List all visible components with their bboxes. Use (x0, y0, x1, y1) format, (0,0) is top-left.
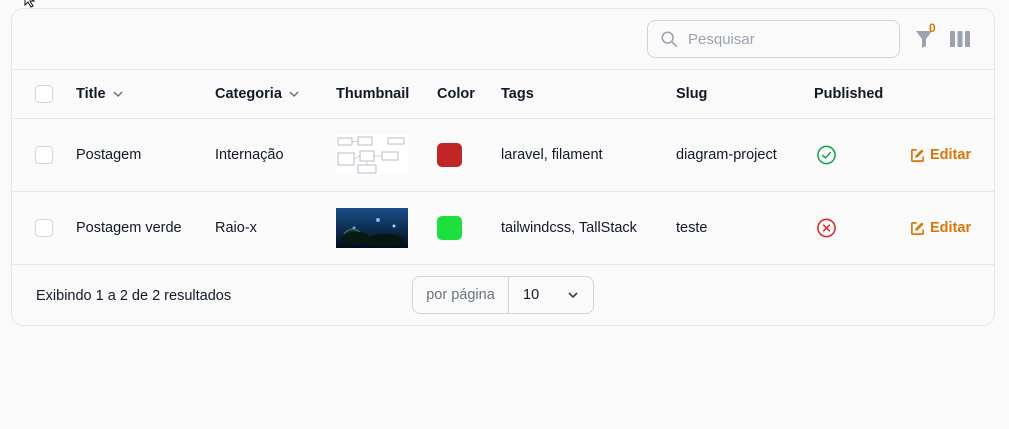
column-header-thumbnail: Thumbnail (336, 86, 410, 102)
edit-button[interactable]: Editar (910, 220, 971, 236)
chevron-down-icon (568, 292, 578, 299)
edit-label: Editar (930, 147, 972, 163)
row-color-swatch (437, 216, 462, 240)
column-header-tags: Tags (501, 86, 534, 102)
edit-button[interactable]: Editar (910, 147, 971, 163)
row-slug: teste (676, 220, 708, 236)
chevron-down-icon (289, 91, 299, 98)
row-tags: laravel, filament (501, 147, 603, 163)
search-field[interactable] (647, 20, 900, 58)
search-input[interactable] (688, 30, 878, 48)
chevron-down-icon (113, 91, 123, 98)
filter-count-badge: 0 (929, 21, 936, 35)
table-toolbar: 0 (12, 9, 994, 70)
table-header-row: Title Categoria Thumbnail Color Tags Slu… (12, 70, 994, 119)
pencil-square-icon (911, 221, 924, 235)
search-icon (661, 31, 678, 48)
column-header-slug: Slug (676, 86, 708, 102)
row-title: Postagem (76, 147, 142, 163)
row-checkbox[interactable] (35, 146, 53, 164)
edit-label: Editar (930, 220, 972, 236)
per-page-select[interactable]: 10 (509, 287, 593, 303)
check-circle-icon (817, 145, 836, 165)
per-page-value: 10 (523, 287, 540, 303)
row-thumbnail-diagram (336, 135, 408, 175)
column-header-title[interactable]: Title (76, 86, 124, 102)
table-footer: Exibindo 1 a 2 de 2 resultados por págin… (12, 265, 994, 325)
row-color-swatch (437, 143, 462, 167)
column-header-published: Published (814, 86, 884, 102)
pagination-summary: Exibindo 1 a 2 de 2 resultados (36, 288, 232, 304)
pencil-square-icon (911, 148, 924, 162)
table-row: Postagem verde Raio-x tailwindcss, TallS… (12, 192, 994, 265)
posts-table-card: 0 Title Categoria Thumbnail Color Tags S… (11, 8, 995, 326)
row-category: Raio-x (215, 220, 257, 236)
columns-icon[interactable] (950, 31, 970, 47)
row-category: Internação (215, 147, 284, 163)
x-circle-icon (817, 218, 836, 238)
row-thumbnail-photo (336, 208, 408, 248)
select-all-checkbox[interactable] (35, 85, 53, 103)
table-row: Postagem Internação laravel, filament di… (12, 119, 994, 192)
column-header-color: Color (437, 86, 475, 102)
row-checkbox[interactable] (35, 219, 53, 237)
per-page-label: por página (413, 277, 509, 313)
row-tags: tailwindcss, TallStack (501, 220, 637, 236)
row-slug: diagram-project (676, 147, 777, 163)
mouse-cursor-icon (24, 0, 36, 8)
per-page-control: por página 10 (412, 276, 594, 314)
column-header-category[interactable]: Categoria (215, 86, 300, 102)
row-title: Postagem verde (76, 220, 182, 236)
